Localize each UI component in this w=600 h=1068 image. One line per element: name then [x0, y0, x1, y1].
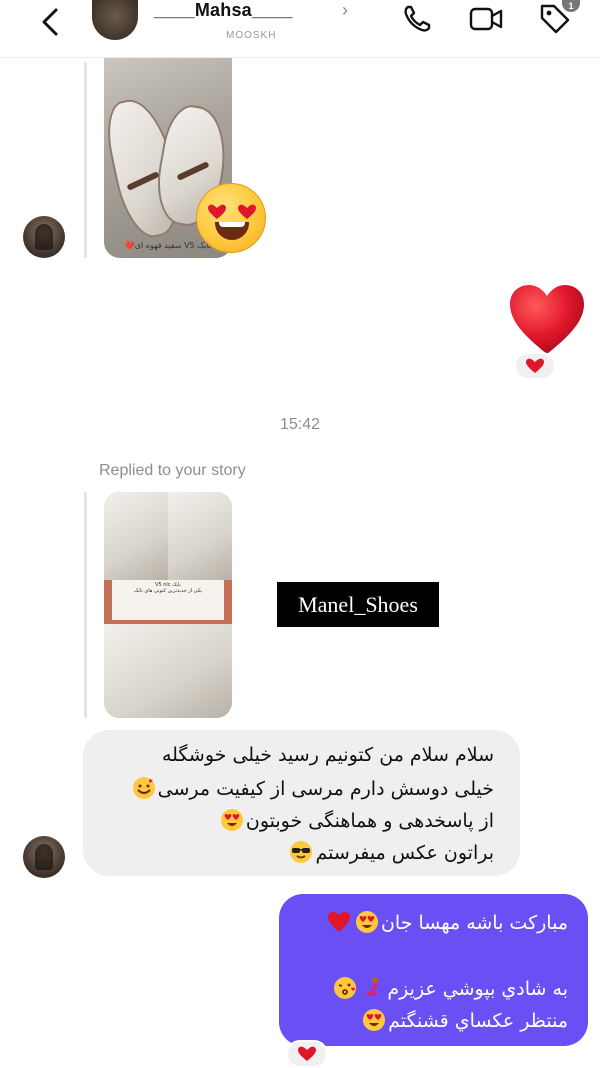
- heart-icon: [298, 1046, 316, 1061]
- sender-avatar[interactable]: [23, 216, 65, 258]
- heart-eyes-emoji-icon: [355, 911, 378, 933]
- message-line: سلام سلام من کتونیم رسید خیلی خوشگله: [161, 744, 494, 766]
- message-line: منتظر عکساي قشنگتم: [360, 1008, 568, 1032]
- shoe-image: [104, 492, 168, 580]
- message-line: به شادي بپوشي عزيزم: [331, 976, 568, 1000]
- kissing-face-emoji-icon: [334, 977, 357, 999]
- reply-thread-line: [84, 492, 87, 718]
- message-line: خیلی دوسش دارم مرسی از کیفیت مرسی: [130, 776, 494, 800]
- reply-thread-line: [84, 62, 87, 258]
- reaction-badge[interactable]: [514, 352, 556, 380]
- heart-eyes-emoji-icon: [363, 1009, 386, 1031]
- notification-badge: 1: [562, 0, 580, 12]
- story-text: نایک V5 nic یکی از جدیدترین کتونی های نا…: [112, 580, 224, 620]
- sender-avatar[interactable]: [23, 836, 65, 878]
- story-image[interactable]: نایک V5 nic یکی از جدیدترین کتونی های نا…: [104, 492, 232, 718]
- message-line: براتون عکس میفرستم: [287, 840, 494, 864]
- contact-name[interactable]: ____Mahsa____: [154, 0, 293, 21]
- phone-icon[interactable]: [400, 2, 434, 36]
- contact-avatar[interactable]: [92, 0, 138, 40]
- chevron-right-icon[interactable]: ›: [342, 0, 348, 21]
- story-brand-tag: Manel_Shoes: [277, 582, 439, 627]
- replied-to-story-label: Replied to your story: [99, 462, 246, 479]
- heart-eyes-emoji-icon: [220, 809, 243, 831]
- message-line: مبارکت باشه مهسا جان: [325, 910, 568, 934]
- chat-header: ____Mahsa____ MOOSKH › 1: [0, 0, 600, 58]
- heart-icon: [327, 912, 350, 932]
- back-arrow-icon[interactable]: [36, 6, 68, 38]
- sunglasses-emoji-icon: [290, 841, 313, 863]
- contact-username: MOOSKH: [226, 30, 277, 41]
- video-icon[interactable]: [469, 2, 503, 36]
- shoe-image: [104, 624, 232, 718]
- heart-icon: [526, 358, 544, 373]
- reaction-badge[interactable]: [286, 1040, 328, 1068]
- dancer-emoji-icon: [365, 977, 380, 996]
- outgoing-message-bubble[interactable]: مبارکت باشه مهسا جان به شادي بپوشي عزيزم…: [279, 894, 588, 1046]
- heart-icon: [510, 285, 584, 354]
- heart-eyes-emoji-icon: [196, 183, 266, 253]
- message-line: از پاسخدهی و هماهنگی خوبتون: [218, 808, 494, 832]
- message-timestamp: 15:42: [279, 416, 321, 433]
- smiling-face-with-hearts-icon: [132, 777, 155, 799]
- shoe-image: [168, 492, 232, 580]
- incoming-message-bubble[interactable]: سلام سلام من کتونیم رسید خیلی خوشگله خیل…: [83, 730, 520, 876]
